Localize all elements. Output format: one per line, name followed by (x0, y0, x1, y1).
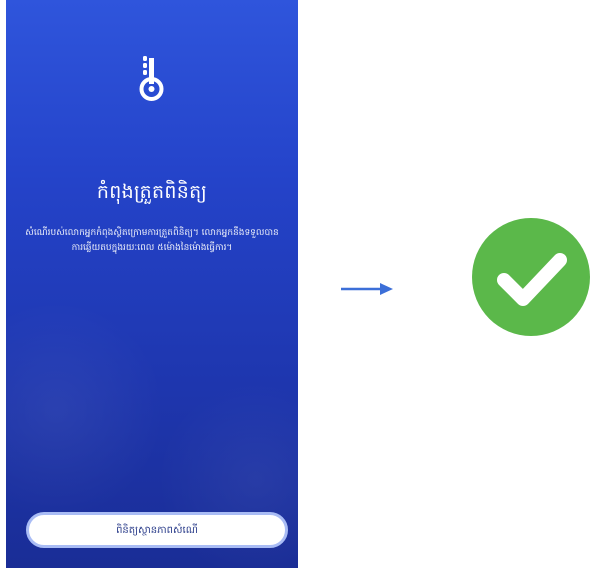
verification-screen: កំពុងត្រួតពិនិត្យ សំណើរបស់លោកអ្នកកំពុងស្… (6, 0, 298, 568)
status-title: កំពុងត្រួតពិនិត្យ (96, 181, 208, 203)
status-description: សំណើរបស់លោកអ្នកកំពុងស្ថិតក្រោមការត្រួតពិ… (25, 228, 279, 253)
right-arrow-icon (341, 283, 393, 295)
comparison-canvas: កំពុងត្រួតពិនិត្យ សំណើរបស់លោកអ្នកកំពុងស្… (0, 0, 611, 568)
thermometer-logo-icon (139, 56, 164, 101)
check-status-button[interactable]: ពិនិត្យស្ថានភាពសំណើ (26, 512, 288, 548)
background-glow (6, 300, 166, 520)
success-check-icon (472, 218, 590, 336)
